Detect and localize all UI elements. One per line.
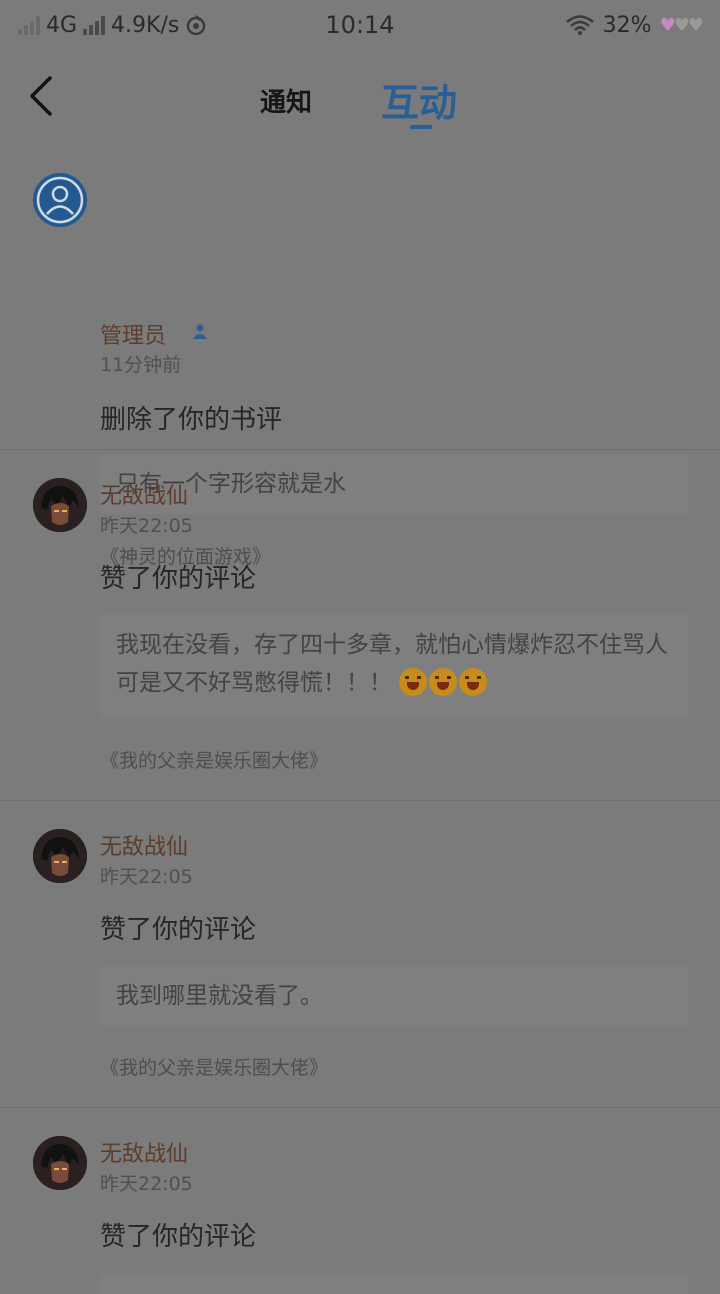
username[interactable]: 无敌战仙 [100, 829, 188, 861]
quoted-comment-partial[interactable] [100, 1274, 688, 1294]
admin-badge-icon [193, 324, 207, 339]
avatar-image [33, 1136, 87, 1190]
user-silhouette-icon [36, 176, 84, 224]
username[interactable]: 无敌战仙 [100, 478, 188, 510]
username[interactable]: 管理员 [100, 318, 166, 350]
crying-laughing-emoji-icon [399, 668, 428, 696]
notification-item[interactable]: 无敌战仙 昨天22:05 赞了你的评论 我现在没看，存了四十多章，就怕心情爆炸忍… [0, 450, 720, 801]
notification-item[interactable]: 无敌战仙 昨天22:05 赞了你的评论 [0, 1108, 720, 1294]
tab-interaction[interactable]: 互动 [381, 72, 457, 127]
action-text: 删除了你的书评 [100, 405, 283, 435]
header: 通知 互动 [0, 50, 720, 146]
status-bar: 4G 4.9K/s 10:14 32% ♥♥♥ [0, 0, 720, 50]
default-user-avatar-icon[interactable] [33, 173, 87, 227]
quoted-comment[interactable]: 我到哪里就没看了。 [100, 966, 688, 1026]
crying-laughing-emoji-icon [429, 668, 458, 696]
back-arrow-icon[interactable] [22, 72, 62, 120]
avatar-image [33, 829, 87, 883]
user-avatar-icon[interactable] [33, 829, 87, 883]
user-avatar-icon[interactable] [33, 478, 87, 532]
comment-text: 我现在没看，存了四十多章，就怕心情爆炸忍不住骂人可是又不好骂憋得慌！！！ [116, 632, 668, 696]
timestamp: 昨天22:05 [100, 866, 193, 888]
user-avatar-icon[interactable] [33, 1136, 87, 1190]
active-tab-indicator [410, 125, 432, 129]
crying-laughing-emoji-icon [459, 668, 488, 696]
timestamp: 昨天22:05 [100, 1173, 193, 1195]
avatar-image [33, 478, 87, 532]
quoted-comment[interactable]: 我现在没看，存了四十多章，就怕心情爆炸忍不住骂人可是又不好骂憋得慌！！！ [100, 614, 688, 718]
notification-item[interactable]: 管理员 11分钟前 删除了你的书评 只有一个字形容就是水 《神灵的位面游戏》 [0, 146, 720, 568]
timestamp: 11分钟前 [100, 354, 182, 376]
clock: 10:14 [325, 11, 395, 39]
timestamp: 昨天22:05 [100, 515, 193, 537]
username[interactable]: 无敌战仙 [100, 1136, 188, 1168]
action-text: 赞了你的评论 [100, 1222, 257, 1252]
book-title[interactable]: 《我的父亲是娱乐圈大佬》 [100, 746, 328, 773]
notification-item[interactable]: 无敌战仙 昨天22:05 赞了你的评论 我到哪里就没看了。 《我的父亲是娱乐圈大… [0, 801, 720, 1108]
book-title[interactable]: 《我的父亲是娱乐圈大佬》 [100, 1053, 328, 1080]
action-text: 赞了你的评论 [100, 915, 257, 945]
action-text: 赞了你的评论 [100, 564, 257, 594]
tab-notification[interactable]: 通知 [260, 82, 312, 119]
